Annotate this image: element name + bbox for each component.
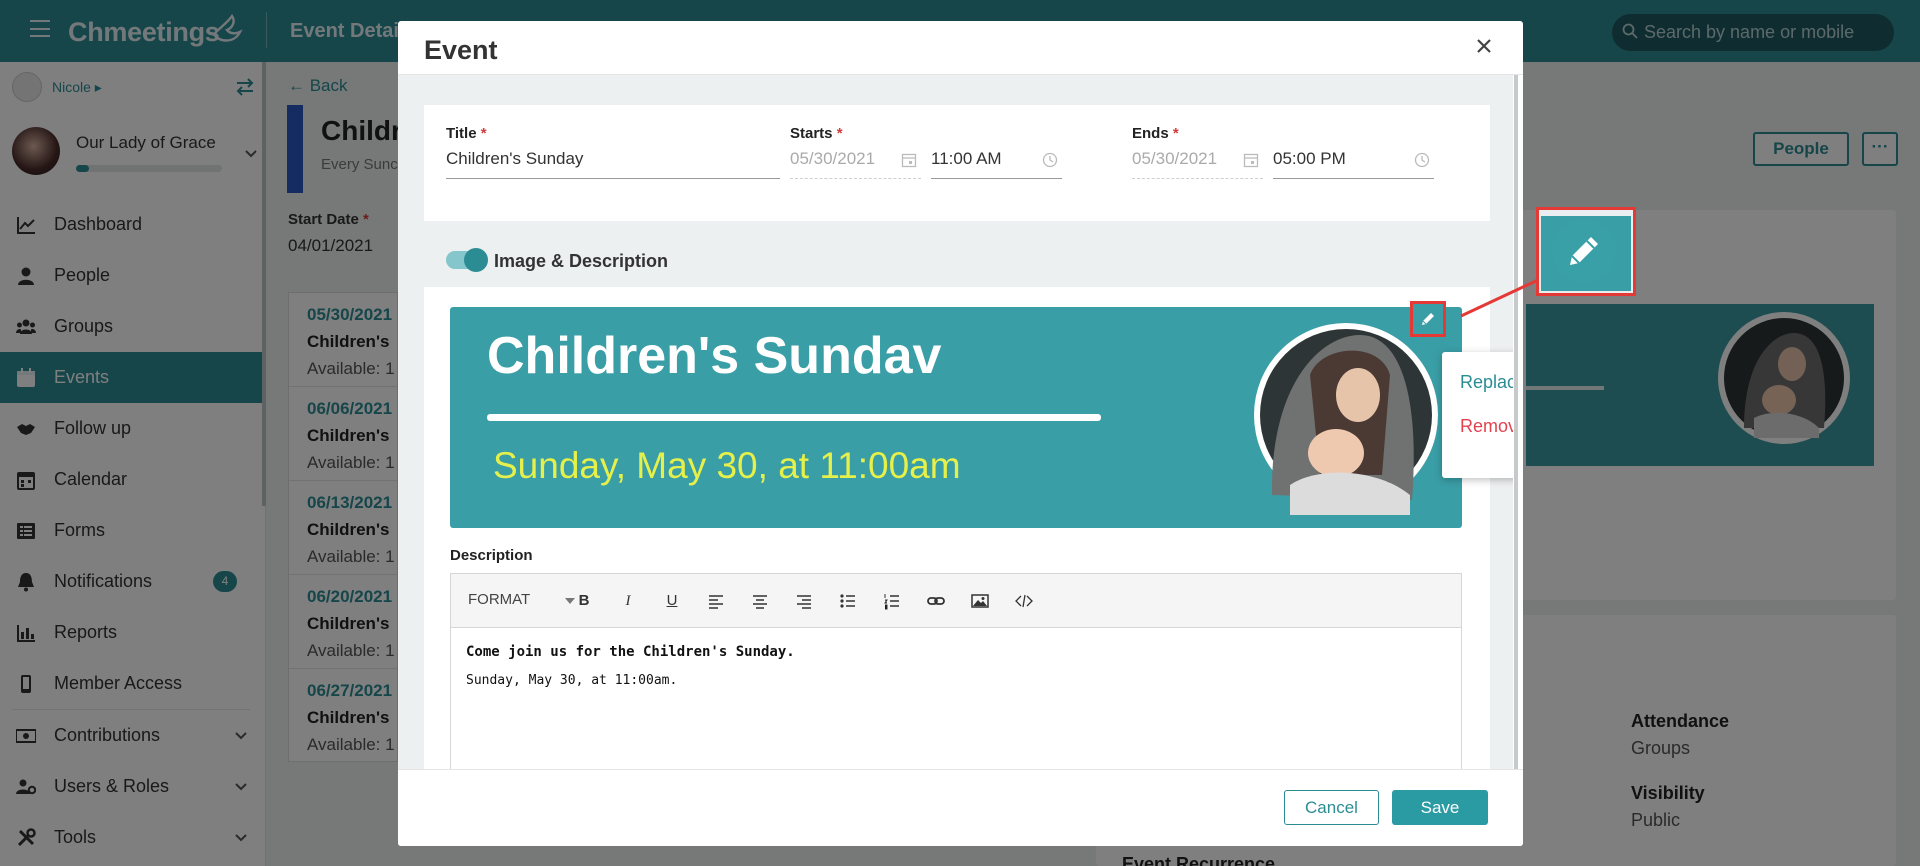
callout-button	[1552, 219, 1616, 283]
align-center-icon[interactable]	[751, 592, 769, 610]
modal-header: Event	[398, 21, 1523, 75]
calendar-icon[interactable]	[901, 152, 917, 168]
edit-image-button[interactable]	[1410, 301, 1446, 337]
modal-scrollbar[interactable]	[1514, 75, 1518, 769]
clock-icon[interactable]	[1042, 152, 1058, 168]
modal-footer: Cancel Save	[398, 769, 1523, 846]
image-description-section-header: Image & Description	[424, 237, 1490, 287]
save-button[interactable]: Save	[1392, 790, 1488, 825]
image-description-toggle[interactable]	[446, 248, 488, 272]
end-time-value: 05:00 PM	[1273, 149, 1346, 168]
title-input[interactable]: Children's Sunday	[446, 149, 780, 179]
event-modal: Event Title * Children's Sunday Starts *…	[398, 21, 1523, 846]
editor-content[interactable]: Come join us for the Children's Sunday. …	[466, 644, 795, 688]
end-time-input[interactable]: 05:00 PM	[1273, 149, 1434, 179]
banner-date: Sunday, May 30, at 11:00am	[493, 445, 961, 486]
callout-background	[1541, 216, 1631, 291]
close-icon[interactable]	[1476, 38, 1492, 54]
bulleted-list-icon[interactable]	[839, 592, 857, 610]
banner-title: Children's Sundav	[487, 327, 942, 385]
end-date-value: 05/30/2021	[1132, 149, 1218, 168]
image-options-menu: Replace Image Remove Image	[1442, 352, 1513, 478]
code-icon[interactable]	[1015, 592, 1033, 610]
description-editor[interactable]: FORMAT B I U Come join us for the Childr…	[450, 573, 1462, 769]
madonna-image	[1254, 323, 1438, 515]
pencil-icon	[1570, 237, 1598, 265]
modal-title: Event	[424, 35, 498, 65]
event-basic-card: Title * Children's Sunday Starts * 05/30…	[424, 105, 1490, 221]
caret-down-icon[interactable]	[565, 598, 575, 604]
banner-divider-line	[487, 414, 1101, 421]
numbered-list-icon[interactable]	[883, 592, 901, 610]
underline-button[interactable]: U	[663, 592, 681, 610]
modal-body: Title * Children's Sunday Starts * 05/30…	[398, 75, 1513, 769]
edit-image-callout	[1536, 207, 1636, 296]
ends-label: Ends *	[1132, 125, 1179, 142]
bold-button[interactable]: B	[575, 592, 593, 610]
replace-image-menu-item[interactable]: Replace Image	[1460, 372, 1513, 393]
description-text-line: Come join us for the Children's Sunday.	[466, 644, 795, 660]
start-date-value: 05/30/2021	[790, 149, 876, 168]
pencil-icon	[1422, 313, 1434, 325]
start-date-input[interactable]: 05/30/2021	[790, 149, 921, 179]
toggle-knob	[464, 248, 488, 272]
event-banner-image: Children's Sundav Sunday, May 30, at 11:…	[450, 307, 1462, 528]
cancel-button[interactable]: Cancel	[1284, 790, 1379, 825]
editor-toolbar: FORMAT B I U	[451, 574, 1461, 628]
start-time-input[interactable]: 11:00 AM	[931, 149, 1062, 179]
remove-image-menu-item[interactable]: Remove Image	[1460, 416, 1513, 437]
image-icon[interactable]	[971, 592, 989, 610]
clock-icon[interactable]	[1414, 152, 1430, 168]
format-dropdown[interactable]: FORMAT	[468, 591, 530, 608]
section-label: Image & Description	[494, 251, 669, 271]
align-left-icon[interactable]	[707, 592, 725, 610]
italic-button[interactable]: I	[619, 592, 637, 610]
description-label: Description	[450, 547, 533, 564]
end-date-input[interactable]: 05/30/2021	[1132, 149, 1263, 179]
description-text-line: Sunday, May 30, at 11:00am.	[466, 673, 678, 688]
title-label: Title *	[446, 125, 487, 142]
align-right-icon[interactable]	[795, 592, 813, 610]
starts-label: Starts *	[790, 125, 843, 142]
link-icon[interactable]	[927, 592, 945, 610]
start-time-value: 11:00 AM	[931, 149, 1002, 168]
calendar-icon[interactable]	[1243, 152, 1259, 168]
image-description-card: Children's Sundav Sunday, May 30, at 11:…	[424, 287, 1513, 769]
